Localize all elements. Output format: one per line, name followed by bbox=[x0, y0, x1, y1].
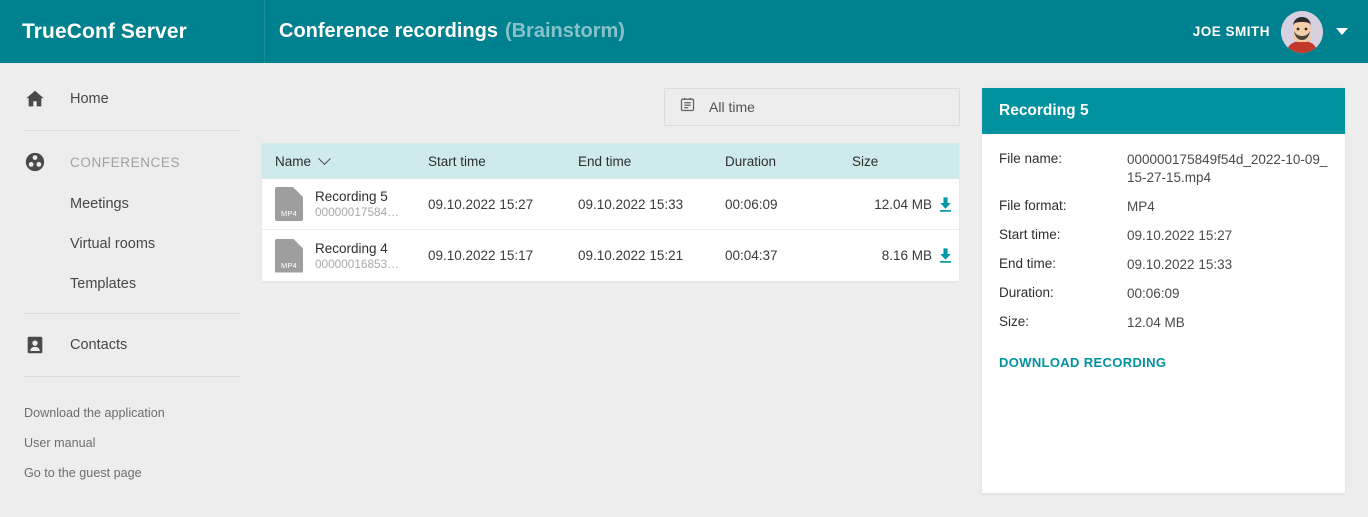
panel-body: File name: 000000175849f54d_2022-10-09_1… bbox=[982, 134, 1345, 372]
detail-label: End time: bbox=[999, 256, 1057, 271]
sidebar-divider-1 bbox=[24, 130, 240, 131]
column-header-start-time[interactable]: Start time bbox=[428, 154, 578, 169]
user-menu[interactable]: JOE SMITH bbox=[1192, 10, 1368, 53]
detail-field-file-format: File format: MP4 bbox=[999, 198, 1328, 216]
download-recording-button[interactable]: DOWNLOAD RECORDING bbox=[999, 355, 1166, 370]
sidebar-item-meetings-label: Meetings bbox=[70, 196, 129, 212]
main-content: All time Name Start time End time Durati… bbox=[248, 63, 1368, 517]
detail-value: 09.10.2022 15:27 bbox=[1127, 228, 1233, 243]
sidebar-item-home[interactable]: Home bbox=[0, 77, 248, 121]
avatar-illustration bbox=[1281, 10, 1323, 53]
detail-field-duration: Duration: 00:06:09 bbox=[999, 285, 1328, 303]
cell-duration: 00:06:09 bbox=[725, 196, 778, 212]
recording-name: Recording 4 bbox=[315, 240, 388, 256]
detail-label: File name: bbox=[999, 151, 1063, 166]
sidebar-item-templates[interactable]: Templates bbox=[0, 264, 248, 304]
sidebar: Home CONFERENCES Meetings Virtual rooms … bbox=[0, 63, 248, 517]
recording-file-id: 00000016853… bbox=[315, 256, 399, 271]
panel-header: Recording 5 bbox=[982, 88, 1345, 134]
sidebar-item-conferences[interactable]: CONFERENCES bbox=[0, 140, 248, 184]
sidebar-section-conferences-label: CONFERENCES bbox=[70, 154, 181, 170]
download-icon bbox=[939, 196, 952, 212]
recording-detail-panel: Recording 5 File name: 000000175849f54d_… bbox=[982, 88, 1345, 493]
column-header-size[interactable]: Size bbox=[852, 154, 932, 169]
home-icon bbox=[24, 88, 50, 110]
filter-row: All time bbox=[664, 88, 960, 126]
app-root: TrueConf Server Conference recordings (B… bbox=[0, 0, 1368, 517]
recording-name: Recording 5 bbox=[315, 189, 388, 204]
sidebar-item-templates-label: Templates bbox=[70, 276, 137, 292]
column-header-duration[interactable]: Duration bbox=[725, 154, 852, 169]
cell-name: MP4 Recording 4 00000016853… bbox=[262, 238, 428, 273]
brand-logo-text: TrueConf Server bbox=[22, 19, 187, 43]
time-range-filter[interactable]: All time bbox=[664, 88, 960, 126]
cell-duration: 00:04:37 bbox=[725, 248, 778, 263]
sidebar-item-home-label: Home bbox=[70, 91, 109, 107]
link-guest-page[interactable]: Go to the guest page bbox=[0, 458, 248, 488]
link-user-manual[interactable]: User manual bbox=[0, 428, 248, 458]
top-header: TrueConf Server Conference recordings (B… bbox=[0, 0, 1368, 63]
cell-end-time: 09.10.2022 15:33 bbox=[578, 196, 684, 212]
sidebar-item-contacts-label: Contacts bbox=[70, 337, 128, 353]
time-range-filter-label: All time bbox=[709, 99, 755, 115]
chevron-down-icon[interactable] bbox=[1336, 28, 1348, 35]
cell-size: 12.04 MB bbox=[874, 196, 932, 212]
recording-file-id: 00000017584… bbox=[315, 205, 399, 219]
column-header-end-time[interactable]: End time bbox=[578, 154, 725, 169]
column-header-name-label: Name bbox=[275, 153, 312, 169]
page-title: Conference recordings bbox=[279, 20, 498, 42]
download-button[interactable] bbox=[932, 246, 959, 265]
table-row[interactable]: MP4 Recording 4 00000016853… 09.10.2022 … bbox=[262, 230, 959, 281]
download-icon bbox=[939, 248, 952, 263]
page-title-group: Conference recordings (Brainstorm) bbox=[265, 20, 1193, 43]
detail-label: Size: bbox=[999, 314, 1030, 329]
sidebar-links: Download the application User manual Go … bbox=[0, 386, 248, 488]
cell-name: MP4 Recording 5 00000017584… bbox=[262, 187, 428, 221]
sidebar-divider-2 bbox=[24, 313, 240, 314]
sidebar-item-virtual-rooms-label: Virtual rooms bbox=[70, 236, 156, 252]
link-download-application[interactable]: Download the application bbox=[0, 398, 248, 428]
name-stack: Recording 4 00000016853… bbox=[315, 241, 399, 271]
recordings-table: Name Start time End time Duration Size M… bbox=[262, 143, 959, 281]
sidebar-item-virtual-rooms[interactable]: Virtual rooms bbox=[0, 224, 248, 264]
panel-title: Recording 5 bbox=[999, 102, 1089, 119]
file-extension-label: MP4 bbox=[280, 209, 298, 218]
column-header-name[interactable]: Name bbox=[262, 151, 428, 169]
cell-start-time: 09.10.2022 15:27 bbox=[428, 196, 534, 212]
detail-field-file-name: File name: 000000175849f54d_2022-10-09_1… bbox=[999, 151, 1328, 187]
cell-start-time: 09.10.2022 15:17 bbox=[428, 248, 534, 263]
conferences-icon bbox=[24, 151, 50, 173]
calendar-icon bbox=[679, 96, 696, 118]
table-row[interactable]: MP4 Recording 5 00000017584… 09.10.2022 … bbox=[262, 179, 959, 230]
detail-value: 00:06:09 bbox=[1127, 286, 1180, 301]
detail-field-end-time: End time: 09.10.2022 15:33 bbox=[999, 256, 1328, 274]
name-stack: Recording 5 00000017584… bbox=[315, 189, 399, 219]
detail-label: File format: bbox=[999, 198, 1067, 213]
chevron-down-icon bbox=[318, 151, 331, 165]
brand-logo[interactable]: TrueConf Server bbox=[0, 0, 265, 63]
contacts-icon bbox=[24, 334, 50, 356]
sidebar-item-contacts[interactable]: Contacts bbox=[0, 323, 248, 367]
download-button[interactable] bbox=[932, 195, 959, 214]
page-subtitle: (Brainstorm) bbox=[504, 20, 625, 42]
sidebar-divider-3 bbox=[24, 376, 240, 377]
detail-label: Start time: bbox=[999, 227, 1061, 242]
user-name: JOE SMITH bbox=[1192, 24, 1270, 39]
file-extension-label: MP4 bbox=[280, 260, 298, 270]
mp4-file-icon: MP4 bbox=[275, 187, 303, 221]
detail-label: Duration: bbox=[999, 285, 1054, 300]
table-header-row: Name Start time End time Duration Size bbox=[262, 143, 959, 179]
cell-size: 8.16 MB bbox=[881, 248, 932, 263]
detail-value: 000000175849f54d_2022-10-09_15-27-15.mp4 bbox=[1127, 152, 1328, 185]
detail-value: MP4 bbox=[1127, 199, 1155, 214]
detail-value: 12.04 MB bbox=[1127, 315, 1185, 330]
detail-value: 09.10.2022 15:33 bbox=[1127, 257, 1233, 272]
detail-field-start-time: Start time: 09.10.2022 15:27 bbox=[999, 227, 1328, 245]
avatar[interactable] bbox=[1281, 10, 1323, 53]
cell-end-time: 09.10.2022 15:21 bbox=[578, 248, 684, 263]
detail-field-size: Size: 12.04 MB bbox=[999, 314, 1328, 332]
sidebar-item-meetings[interactable]: Meetings bbox=[0, 184, 248, 224]
mp4-file-icon: MP4 bbox=[275, 238, 303, 273]
